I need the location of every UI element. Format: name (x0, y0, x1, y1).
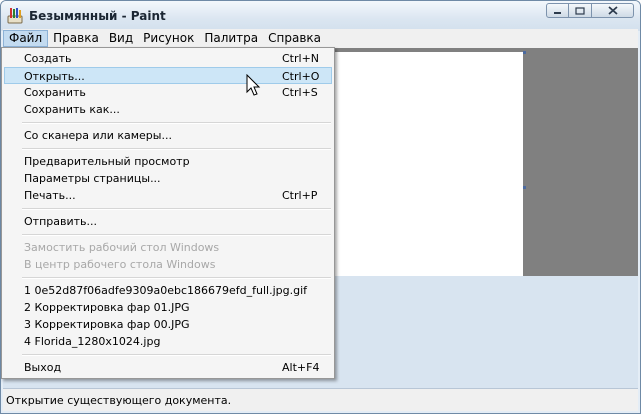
menu-separator (22, 354, 331, 356)
mouse-pointer-icon (246, 74, 261, 96)
menu-file[interactable]: Файл (3, 30, 49, 47)
minimize-icon (554, 11, 561, 14)
menu-item-label: Со сканера или камеры... (24, 129, 172, 142)
menu-item-recent-2[interactable]: 2 Корректировка фар 01.JPG (4, 299, 332, 316)
menu-item-shortcut: Ctrl+P (282, 189, 318, 202)
menu-image[interactable]: Рисунок (138, 30, 199, 47)
menu-item-label: Отправить... (24, 215, 97, 228)
menu-item-exit[interactable]: Выход Alt+F4 (4, 359, 332, 376)
menu-item-label: 3 Корректировка фар 00.JPG (24, 318, 190, 331)
menu-item-shortcut: Ctrl+N (282, 52, 320, 65)
menu-item-send[interactable]: Отправить... (4, 213, 332, 230)
menu-item-shortcut: Ctrl+O (282, 70, 320, 83)
close-button[interactable] (592, 3, 634, 18)
menu-item-recent-3[interactable]: 3 Корректировка фар 00.JPG (4, 316, 332, 333)
maximize-button[interactable] (569, 3, 592, 18)
menu-separator (22, 277, 331, 279)
resize-handle-top-right (523, 51, 526, 54)
menu-item-page-setup[interactable]: Параметры страницы... (4, 170, 332, 187)
menu-item-recent-1[interactable]: 1 0e52d87f06adfe9309a0ebc186679efd_full.… (4, 282, 332, 299)
menu-item-from-scanner[interactable]: Со сканера или камеры... (4, 127, 332, 144)
menu-item-save[interactable]: Сохранить Ctrl+S (4, 84, 332, 101)
menu-item-label: Сохранить (24, 86, 86, 99)
menu-separator (22, 122, 331, 124)
menu-item-center-wallpaper: В центр рабочего стола Windows (4, 256, 332, 273)
menu-item-label: Замостить рабочий стол Windows (24, 241, 220, 254)
menu-item-new[interactable]: Создать Ctrl+N (4, 50, 332, 67)
menu-item-print-preview[interactable]: Предварительный просмотр (4, 153, 332, 170)
menu-item-save-as[interactable]: Сохранить как... (4, 101, 332, 118)
minimize-button[interactable] (546, 3, 569, 18)
menu-help[interactable]: Справка (263, 30, 326, 47)
paint-palette-icon (7, 8, 23, 24)
menu-item-label: Создать (24, 52, 72, 65)
menu-separator (22, 208, 331, 210)
menu-item-tile-wallpaper: Замостить рабочий стол Windows (4, 239, 332, 256)
menu-item-label: Выход (24, 361, 62, 374)
status-text: Открытие существующего документа. (6, 394, 232, 407)
menu-colors[interactable]: Палитра (199, 30, 263, 47)
menu-item-print[interactable]: Печать... Ctrl+P (4, 187, 332, 204)
menu-item-shortcut: Ctrl+S (282, 86, 318, 99)
menu-item-label: 4 Florida_1280x1024.jpg (24, 335, 161, 348)
menu-item-label: Параметры страницы... (24, 172, 161, 185)
menu-item-label: Печать... (24, 189, 76, 202)
menu-item-shortcut: Alt+F4 (282, 361, 320, 374)
menu-item-open[interactable]: Открыть... Ctrl+O (4, 67, 332, 84)
close-icon (607, 6, 618, 15)
window-controls (546, 3, 634, 19)
menu-item-label: Сохранить как... (24, 103, 120, 116)
window-title: Безымянный - Paint (29, 9, 166, 23)
menu-bar: Файл Правка Вид Рисунок Палитра Справка (3, 29, 638, 48)
menu-item-recent-4[interactable]: 4 Florida_1280x1024.jpg (4, 333, 332, 350)
resize-handle-right[interactable] (523, 186, 526, 189)
menu-item-label: Предварительный просмотр (24, 155, 190, 168)
menu-view[interactable]: Вид (104, 30, 138, 47)
menu-separator (22, 234, 331, 236)
status-bar: Открытие существующего документа. (3, 388, 638, 411)
menu-item-label: 1 0e52d87f06adfe9309a0ebc186679efd_full.… (24, 284, 307, 297)
menu-edit[interactable]: Правка (48, 30, 104, 47)
menu-item-label: Открыть... (24, 70, 85, 83)
file-menu-dropdown: Создать Ctrl+N Открыть... Ctrl+O Сохрани… (1, 47, 335, 379)
menu-item-label: В центр рабочего стола Windows (24, 258, 216, 271)
maximize-icon (575, 6, 585, 15)
menu-item-label: 2 Корректировка фар 01.JPG (24, 301, 190, 314)
menu-separator (22, 148, 331, 150)
title-bar[interactable]: Безымянный - Paint (1, 1, 640, 31)
